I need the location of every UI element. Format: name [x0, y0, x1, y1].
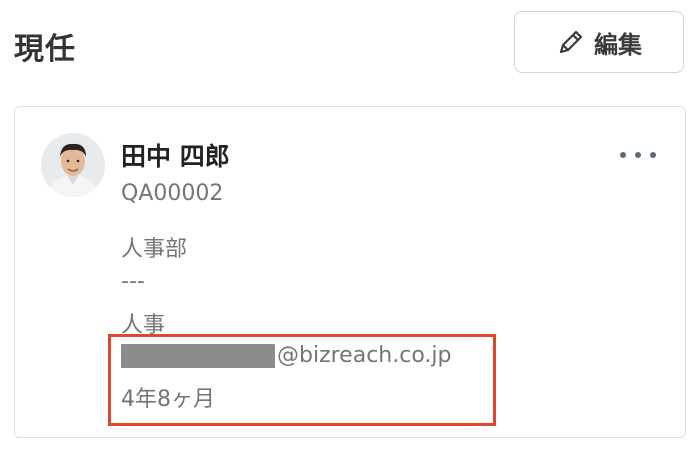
- more-options-button[interactable]: [620, 145, 656, 165]
- placeholder-text: ---: [121, 269, 145, 294]
- department: 人事部: [121, 237, 188, 262]
- edit-button[interactable]: 編集: [514, 11, 684, 73]
- edit-button-label: 編集: [594, 30, 642, 59]
- section-title: 現任: [14, 32, 76, 67]
- employee-id: QA00002: [121, 181, 224, 206]
- more-horizontal-icon: [620, 152, 626, 158]
- pencil-icon: [556, 27, 586, 57]
- avatar: [41, 133, 105, 197]
- employee-name: 田中 四郎: [121, 142, 230, 171]
- highlight-box: [108, 334, 496, 426]
